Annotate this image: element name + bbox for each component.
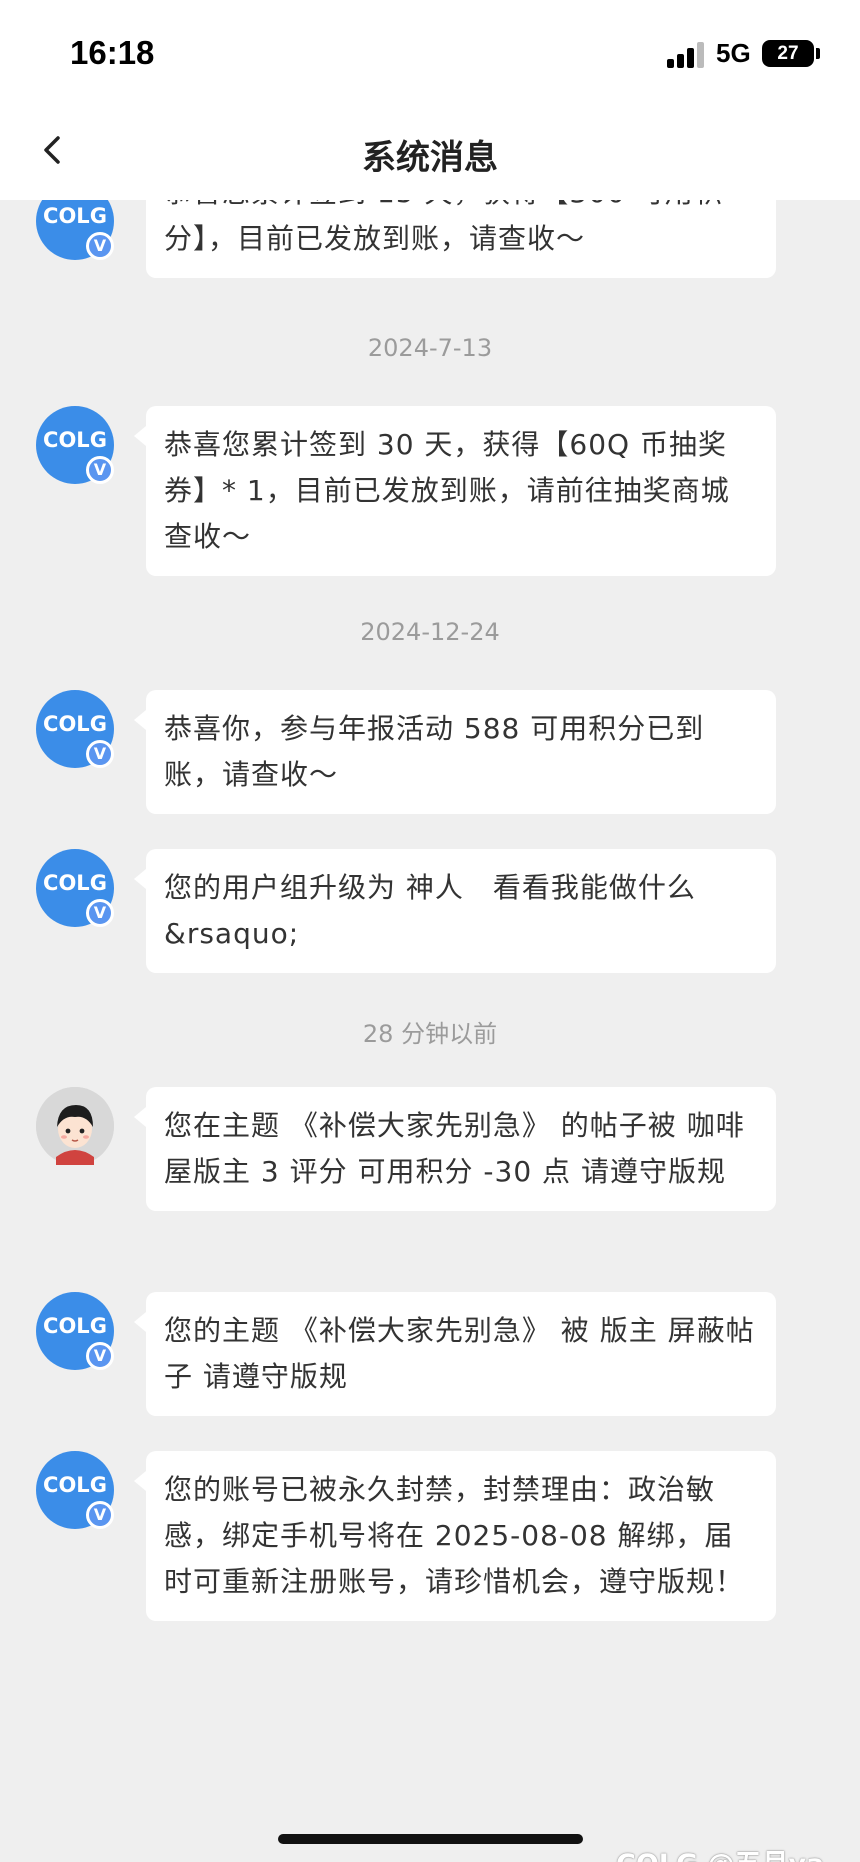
- avatar[interactable]: COLG V: [36, 690, 114, 768]
- message-bubble: 恭喜您累计签到 15 天，获得【300 可用积分】，目前已发放到账，请查收～: [146, 200, 776, 278]
- message-bubble: 您在主题 《补偿大家先别急》 的帖子被 咖啡屋版主 3 评分 可用积分 -30 …: [134, 1087, 776, 1211]
- colg-logo: COLG: [43, 428, 107, 452]
- verified-badge-icon: V: [86, 899, 114, 927]
- avatar[interactable]: COLG V: [36, 406, 114, 484]
- status-bar: 16:18 5G 27: [0, 0, 860, 100]
- message-bubble: 恭喜你，参与年报活动 588 可用积分已到账，请查收～: [134, 690, 776, 814]
- battery-icon: 27: [762, 40, 814, 67]
- verified-badge-icon: V: [86, 456, 114, 484]
- watermark: COLG @五月ya: [616, 1842, 824, 1862]
- avatar[interactable]: COLG V: [36, 849, 114, 927]
- message-bubble: 您的主题 《补偿大家先别急》 被 版主 屏蔽帖子 请遵守版规: [134, 1292, 776, 1416]
- message-bubble: 恭喜您累计签到 30 天，获得【60Q 币抽奖券】* 1，目前已发放到账，请前往…: [134, 406, 776, 576]
- message-bubble: 您的账号已被永久封禁，封禁理由：政治敏感，绑定手机号将在 2025-08-08 …: [134, 1451, 776, 1621]
- verified-badge-icon: V: [86, 1501, 114, 1529]
- status-time: 16:18: [70, 34, 155, 71]
- avatar[interactable]: COLG V: [36, 1292, 114, 1370]
- avatar[interactable]: COLG V: [36, 1451, 114, 1529]
- user-avatar[interactable]: [36, 1087, 114, 1165]
- network-type: 5G: [716, 38, 751, 68]
- date-separator: 2024-12-24: [360, 618, 500, 646]
- colg-logo: COLG: [43, 871, 107, 895]
- colg-logo: COLG: [43, 712, 107, 736]
- page-title: 系统消息: [362, 138, 498, 178]
- message-bubble[interactable]: 您的用户组升级为 神人 看看我能做什么&rsaquo;: [134, 849, 776, 973]
- battery-tip: [816, 48, 820, 59]
- verified-badge-icon: V: [86, 1342, 114, 1370]
- date-separator: 2024-7-13: [367, 334, 493, 362]
- date-separator: 28 分钟以前: [362, 1020, 498, 1048]
- signal-icon: [667, 42, 705, 68]
- colg-logo: COLG: [43, 1314, 107, 1338]
- verified-badge-icon: V: [86, 232, 114, 260]
- colg-logo: COLG: [43, 204, 107, 228]
- home-indicator[interactable]: [278, 1834, 583, 1844]
- message-list[interactable]: COLG V 恭喜您累计签到 15 天，获得【300 可用积分】，目前已发放到账…: [0, 200, 860, 1862]
- person-face-icon: [36, 1087, 114, 1165]
- colg-logo: COLG: [43, 1473, 107, 1497]
- verified-badge-icon: V: [86, 740, 114, 768]
- avatar[interactable]: COLG V: [36, 200, 114, 260]
- nav-bar: 系统消息: [0, 100, 860, 200]
